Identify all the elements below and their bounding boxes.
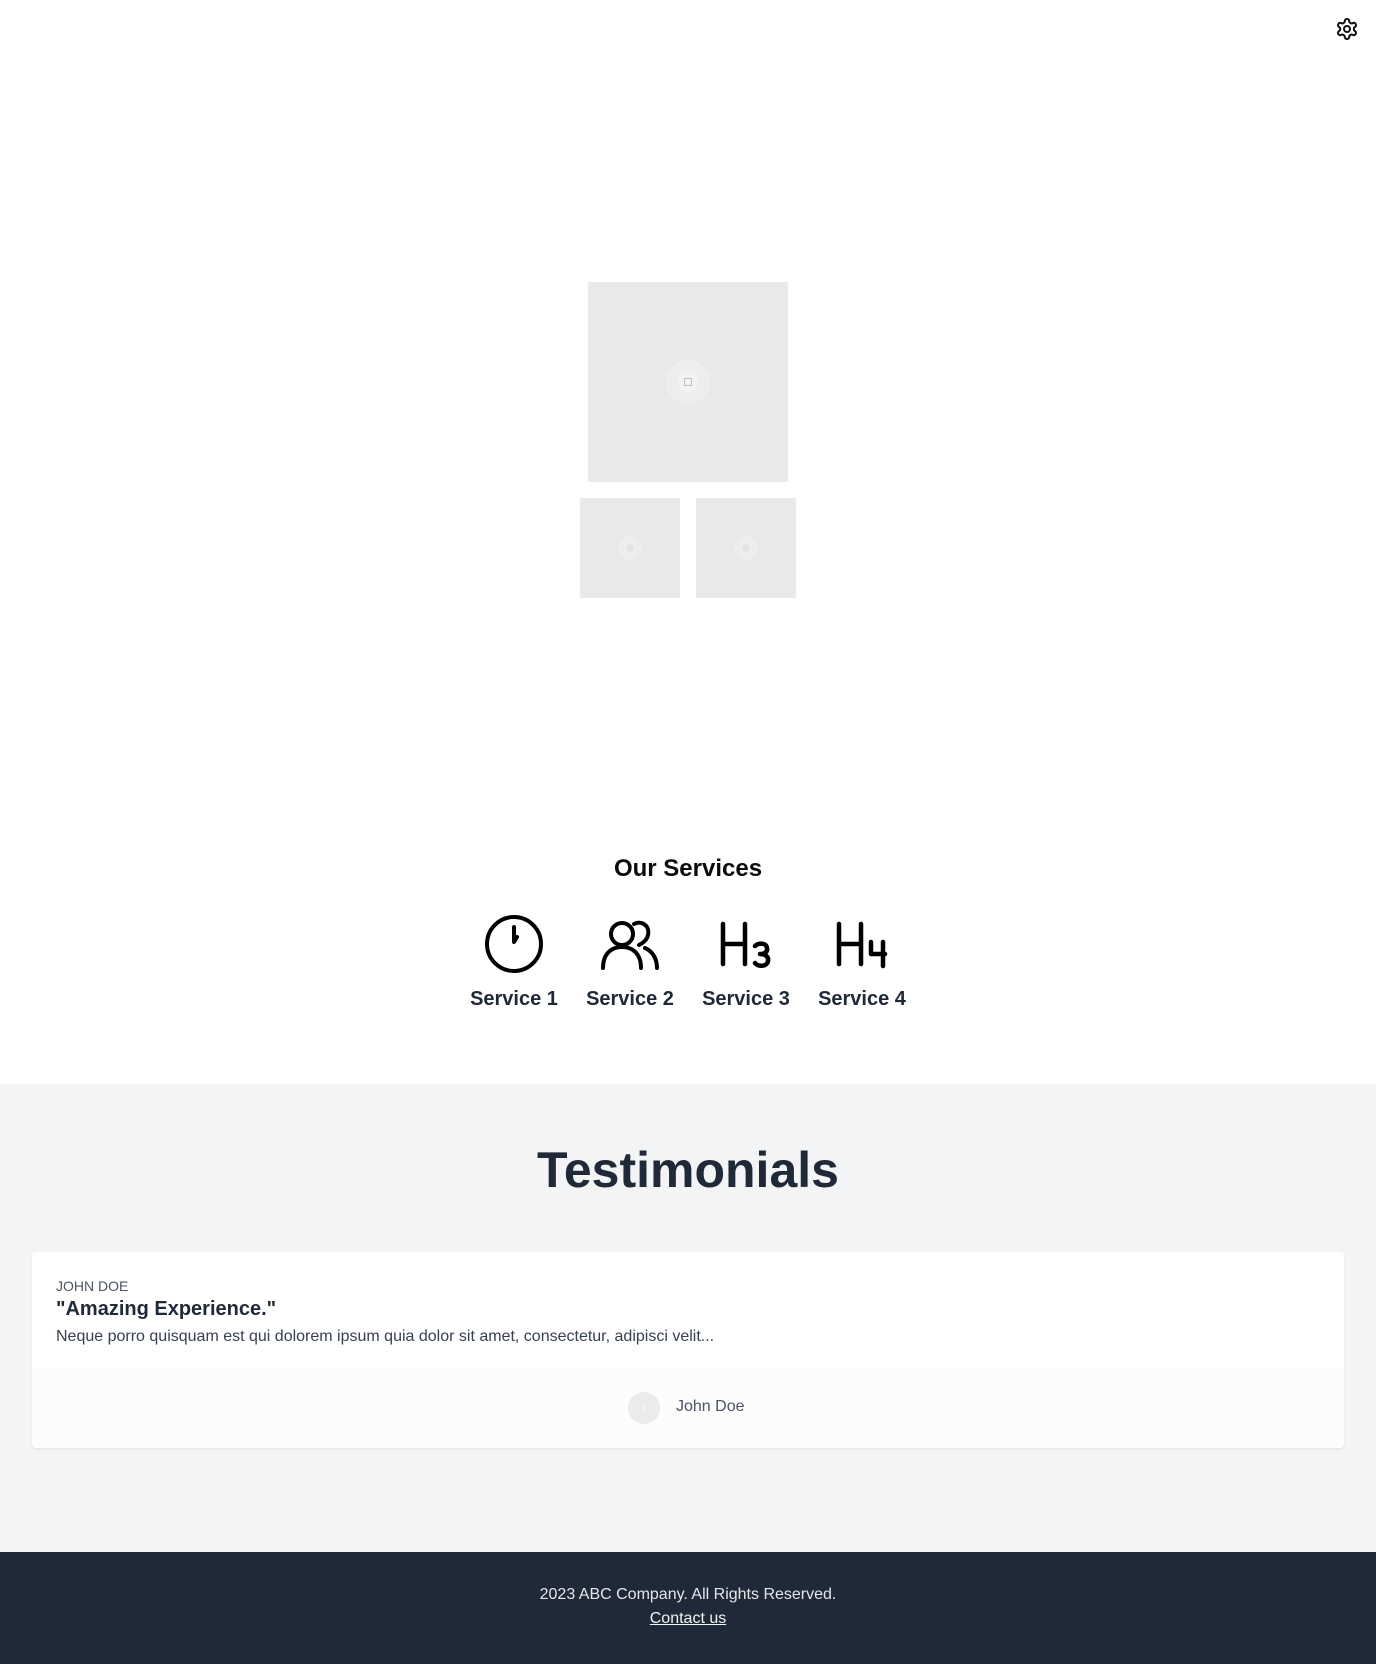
heading-3-icon (720, 921, 771, 968)
image-placeholder-icon (684, 378, 692, 386)
thumbnail-placeholder-dot (626, 544, 634, 552)
service-item-3[interactable]: Service 3 (695, 910, 797, 1011)
avatar (628, 1392, 660, 1424)
testimonials-section: Testimonials JOHN DOE "Amazing Experienc… (0, 1084, 1376, 1552)
service-label: Service 3 (702, 988, 790, 1010)
testimonial-author-name: John Doe (676, 1398, 745, 1415)
gallery-thumbnail-2[interactable] (696, 498, 796, 598)
gallery-main-image[interactable] (588, 282, 788, 482)
gear-icon (1337, 18, 1357, 40)
settings-button[interactable] (1335, 17, 1359, 41)
testimonial-body: Neque porro quisquam est qui dolorem ips… (56, 1328, 715, 1345)
services-title: Our Services (613, 855, 763, 882)
heading-4-icon (836, 921, 888, 969)
service-label: Service 1 (470, 988, 558, 1010)
site-footer: 2023 ABC Company. All Rights Reserved. C… (0, 1552, 1376, 1664)
footer-copyright: 2023 ABC Company. All Rights Reserved. (539, 1586, 837, 1603)
testimonials-title: Testimonials (537, 1142, 839, 1198)
testimonial-quote: "Amazing Experience." (56, 1298, 277, 1320)
service-label: Service 4 (818, 988, 906, 1010)
service-item-2[interactable]: Service 2 (579, 910, 681, 1011)
services-list: Service 1 Service 2 Service 3 Service 4 (0, 910, 1376, 1011)
service-item-4[interactable]: Service 4 (811, 910, 913, 1011)
service-label: Service 2 (586, 988, 674, 1010)
contact-link[interactable]: Contact us (0, 1610, 1376, 1628)
testimonial-author-caption: JOHN DOE (56, 1278, 129, 1294)
users-icon (601, 920, 659, 970)
testimonial-footer: John Doe (32, 1368, 1344, 1448)
gallery-thumbnail-1[interactable] (580, 498, 680, 598)
service-item-1[interactable]: Service 1 (463, 910, 565, 1011)
testimonial-card: JOHN DOE "Amazing Experience." Neque por… (32, 1252, 1344, 1448)
clock-icon (485, 915, 543, 973)
thumbnail-placeholder-dot (742, 544, 750, 552)
